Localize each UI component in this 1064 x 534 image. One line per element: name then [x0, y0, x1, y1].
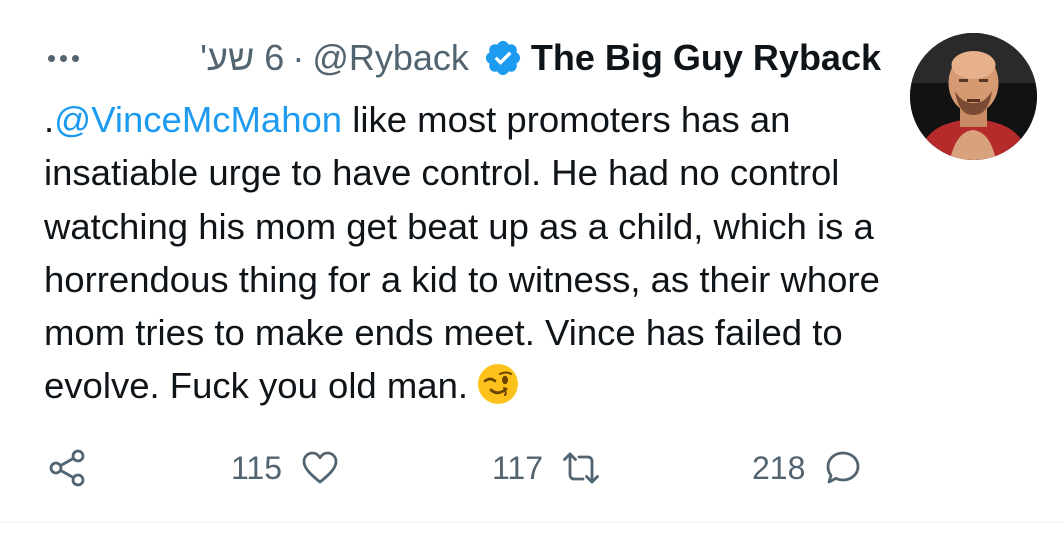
reply-button[interactable]: 218 — [752, 442, 863, 494]
author-handle[interactable]: @Ryback — [312, 34, 469, 82]
mention-link[interactable]: @VinceMcMahon — [54, 99, 342, 140]
share-button[interactable] — [47, 442, 87, 494]
avatar[interactable] — [910, 33, 1037, 160]
tweet-time[interactable]: 6 שע' — [200, 34, 284, 82]
retweet-button[interactable]: 117 — [492, 442, 601, 494]
verified-badge-icon — [485, 40, 520, 76]
more-options-icon[interactable] — [48, 48, 90, 68]
tweet-header: 6 שע' · @Ryback The Big Guy Ryback — [200, 34, 881, 82]
author-name[interactable]: The Big Guy Ryback — [531, 34, 881, 82]
avatar-photo — [910, 33, 1037, 160]
divider — [0, 522, 1064, 523]
reply-count: 218 — [752, 449, 806, 486]
separator-dot: · — [292, 37, 305, 78]
share-icon — [49, 449, 85, 487]
retweet-icon — [563, 452, 599, 484]
tweet-text: .@VinceMcMahon like most promoters has a… — [44, 93, 894, 413]
retweet-count: 117 — [492, 449, 544, 486]
heart-icon — [302, 451, 338, 484]
winking-face-icon — [478, 364, 519, 405]
like-count: 115 — [231, 449, 283, 486]
tweet-body: like most promoters has an insatiable ur… — [44, 99, 880, 407]
action-bar: 115 117 218 — [0, 442, 1064, 494]
like-button[interactable]: 115 — [231, 442, 340, 494]
text-prefix: . — [44, 99, 55, 140]
reply-icon — [826, 451, 860, 484]
tweet-card[interactable]: 6 שע' · @Ryback The Big Guy Ryback .@Vin… — [0, 0, 1064, 534]
